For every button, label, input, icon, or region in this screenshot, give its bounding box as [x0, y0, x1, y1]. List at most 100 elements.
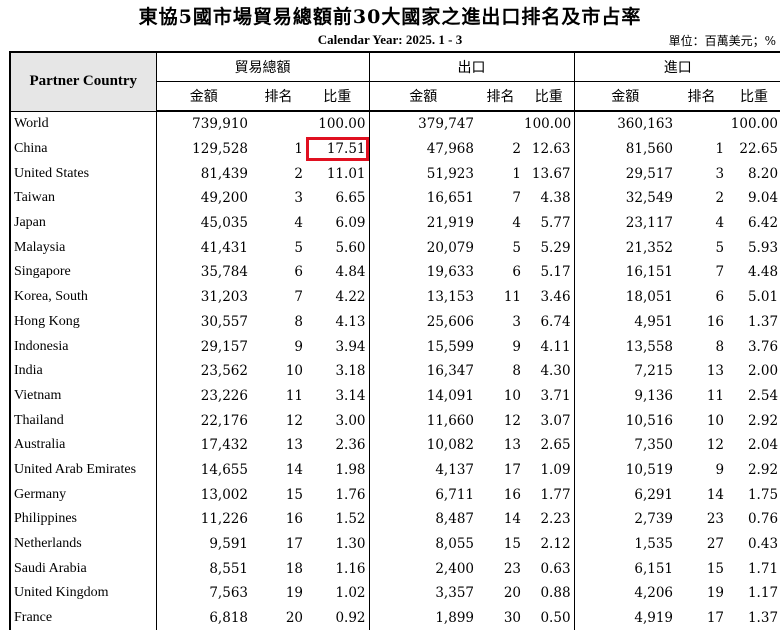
import-rank-cell: 16: [706, 313, 725, 330]
import-rank-cell: 14: [706, 486, 725, 503]
export-rank-cell: 16: [503, 486, 521, 503]
total-rank-cell: 6: [294, 264, 303, 281]
total-share-cell: 1.16: [306, 556, 370, 582]
table-row: Philippines 11,226 16 1.52 8,487 14 2.23 2,739 2…: [9, 507, 780, 532]
total-rank-cell: 18: [285, 560, 303, 577]
export-amount-cell: 11,660: [426, 412, 474, 429]
import-rank-cell: 7: [715, 264, 725, 281]
table-row: United Kingdom 7,563 19 1.02 3,357 20 0.88 4,20…: [9, 581, 780, 606]
import-share-cell: 100.00: [730, 116, 779, 133]
total-share-cell: 1.02: [306, 581, 370, 606]
total-share-cell: 4.13: [306, 309, 370, 335]
export-amount-cell: 16,651: [426, 190, 474, 207]
country-cell: Indonesia: [9, 334, 157, 359]
import-share-cell: 3.76: [747, 338, 779, 355]
total-amount-cell: 9,591: [209, 536, 248, 553]
import-rank-cell: 3: [715, 165, 725, 182]
import-share-cell: 5.93: [747, 239, 779, 256]
export-rank-cell: 20: [503, 585, 521, 602]
export-share-cell: 0.50: [524, 605, 575, 631]
import-amount-cell: 2,739: [634, 511, 674, 528]
import-rank-cell: 10: [706, 412, 725, 429]
export-rank-cell: 13: [503, 437, 521, 454]
export-rank-cell: [477, 111, 524, 137]
total-rank-cell: 2: [294, 165, 303, 182]
export-amount-cell: 6,711: [435, 486, 474, 503]
page-title: 東協5國市場貿易總額前30大國家之進出口排名及市占率: [138, 6, 642, 28]
total-share-cell: 5.60: [306, 235, 370, 261]
table-row: Indonesia 29,157 9 3.94 15,599 9 4.11 13,558 8 3.…: [9, 334, 780, 359]
total-amount-cell: 23,226: [200, 387, 248, 404]
table-row: France 6,818 20 0.92 1,899 30 0.50 4,919 17 1.37: [9, 605, 780, 631]
export-rank-cell: 6: [512, 264, 521, 281]
import-amount-cell: 1,535: [634, 536, 674, 553]
import-amount-header: 金額: [574, 81, 677, 112]
import-rank-cell: 8: [715, 338, 725, 355]
total-amount-cell: 7,563: [209, 585, 248, 602]
country-cell: United Kingdom: [9, 581, 157, 606]
table-row: Malaysia 41,431 5 5.60 20,079 5 5.29 21,352 5 5.9…: [9, 235, 780, 261]
export-share-header: 比重: [524, 81, 575, 112]
country-cell: Philippines: [9, 507, 157, 532]
total-rank-cell: 5: [294, 239, 303, 256]
export-rank-cell: 12: [503, 412, 521, 429]
import-rank-header: 排名: [676, 81, 728, 112]
export-amount-cell: 8,055: [435, 536, 474, 553]
total-share-cell: 4.84: [306, 260, 370, 285]
total-rank-cell: 10: [285, 363, 303, 380]
export-rank-cell: 8: [512, 363, 521, 380]
table-row: Australia 17,432 13 2.36 10,082 13 2.65 7,350 12…: [9, 432, 780, 458]
export-rank-cell: 23: [503, 560, 521, 577]
country-cell: Malaysia: [9, 235, 157, 261]
total-amount-cell: 14,655: [200, 461, 248, 478]
export-amount-cell: 21,919: [426, 215, 474, 232]
country-cell: Germany: [9, 482, 157, 507]
total-amount-cell: 35,784: [200, 264, 248, 281]
table-row: Saudi Arabia 8,551 18 1.16 2,400 23 0.63 6,151 1…: [9, 556, 780, 582]
table-row: Taiwan 49,200 3 6.65 16,651 7 4.38 32,549 2 9.04: [9, 186, 780, 211]
import-share-cell: 9.04: [747, 190, 779, 207]
export-share-cell: 0.88: [524, 581, 575, 606]
import-rank-cell: 13: [706, 363, 725, 380]
total-rank-cell: 4: [294, 215, 303, 232]
export-rank-cell: 7: [512, 190, 521, 207]
table-row: Vietnam 23,226 11 3.14 14,091 10 3.71 9,136 11 2.…: [9, 383, 780, 409]
import-amount-cell: 32,549: [625, 190, 674, 207]
total-share-cell: 3.94: [306, 334, 370, 359]
import-rank-cell: 27: [706, 536, 725, 553]
country-cell: Singapore: [9, 260, 157, 285]
country-cell: China: [9, 136, 157, 162]
import-amount-cell: 21,352: [625, 239, 674, 256]
country-cell: Taiwan: [9, 186, 157, 211]
import-share-cell: 2.92: [747, 412, 779, 429]
total-share-cell: 1.52: [306, 507, 370, 532]
export-share-cell: 2.65: [524, 432, 575, 458]
total-rank-cell: 9: [294, 338, 303, 355]
total-share-header: 比重: [306, 81, 370, 112]
import-amount-cell: 81,560: [625, 141, 674, 158]
export-share-cell: 5.17: [524, 260, 575, 285]
export-rank-header: 排名: [477, 81, 524, 112]
import-share-cell: 6.42: [747, 215, 779, 232]
import-share-cell: 1.71: [747, 560, 779, 577]
import-share-cell: 1.37: [747, 313, 779, 330]
import-amount-cell: 29,517: [625, 165, 674, 182]
import-share-header: 比重: [727, 81, 780, 112]
import-amount-cell: 18,051: [625, 289, 674, 306]
page-subtitle: Calendar Year: 2025. 1 - 3: [317, 32, 463, 47]
export-share-cell: 3.46: [524, 284, 575, 310]
export-share-cell: 12.63: [524, 136, 575, 162]
partner-country-header: Partner Country: [9, 51, 157, 112]
total-share-cell: 3.14: [306, 383, 370, 409]
total-rank-cell: 17: [285, 536, 303, 553]
country-cell: Netherlands: [9, 531, 157, 557]
import-amount-cell: 16,151: [625, 264, 674, 281]
import-rank-cell: 4: [715, 215, 725, 232]
export-amount-cell: 15,599: [426, 338, 474, 355]
unit-label: 單位：百萬美元；%: [668, 34, 776, 48]
total-amount-header: 金額: [156, 81, 251, 112]
total-share-cell: 3.18: [306, 358, 370, 384]
total-amount-cell: 29,157: [200, 338, 248, 355]
import-rank-cell: 1: [715, 141, 725, 158]
export-rank-cell: 14: [503, 511, 521, 528]
